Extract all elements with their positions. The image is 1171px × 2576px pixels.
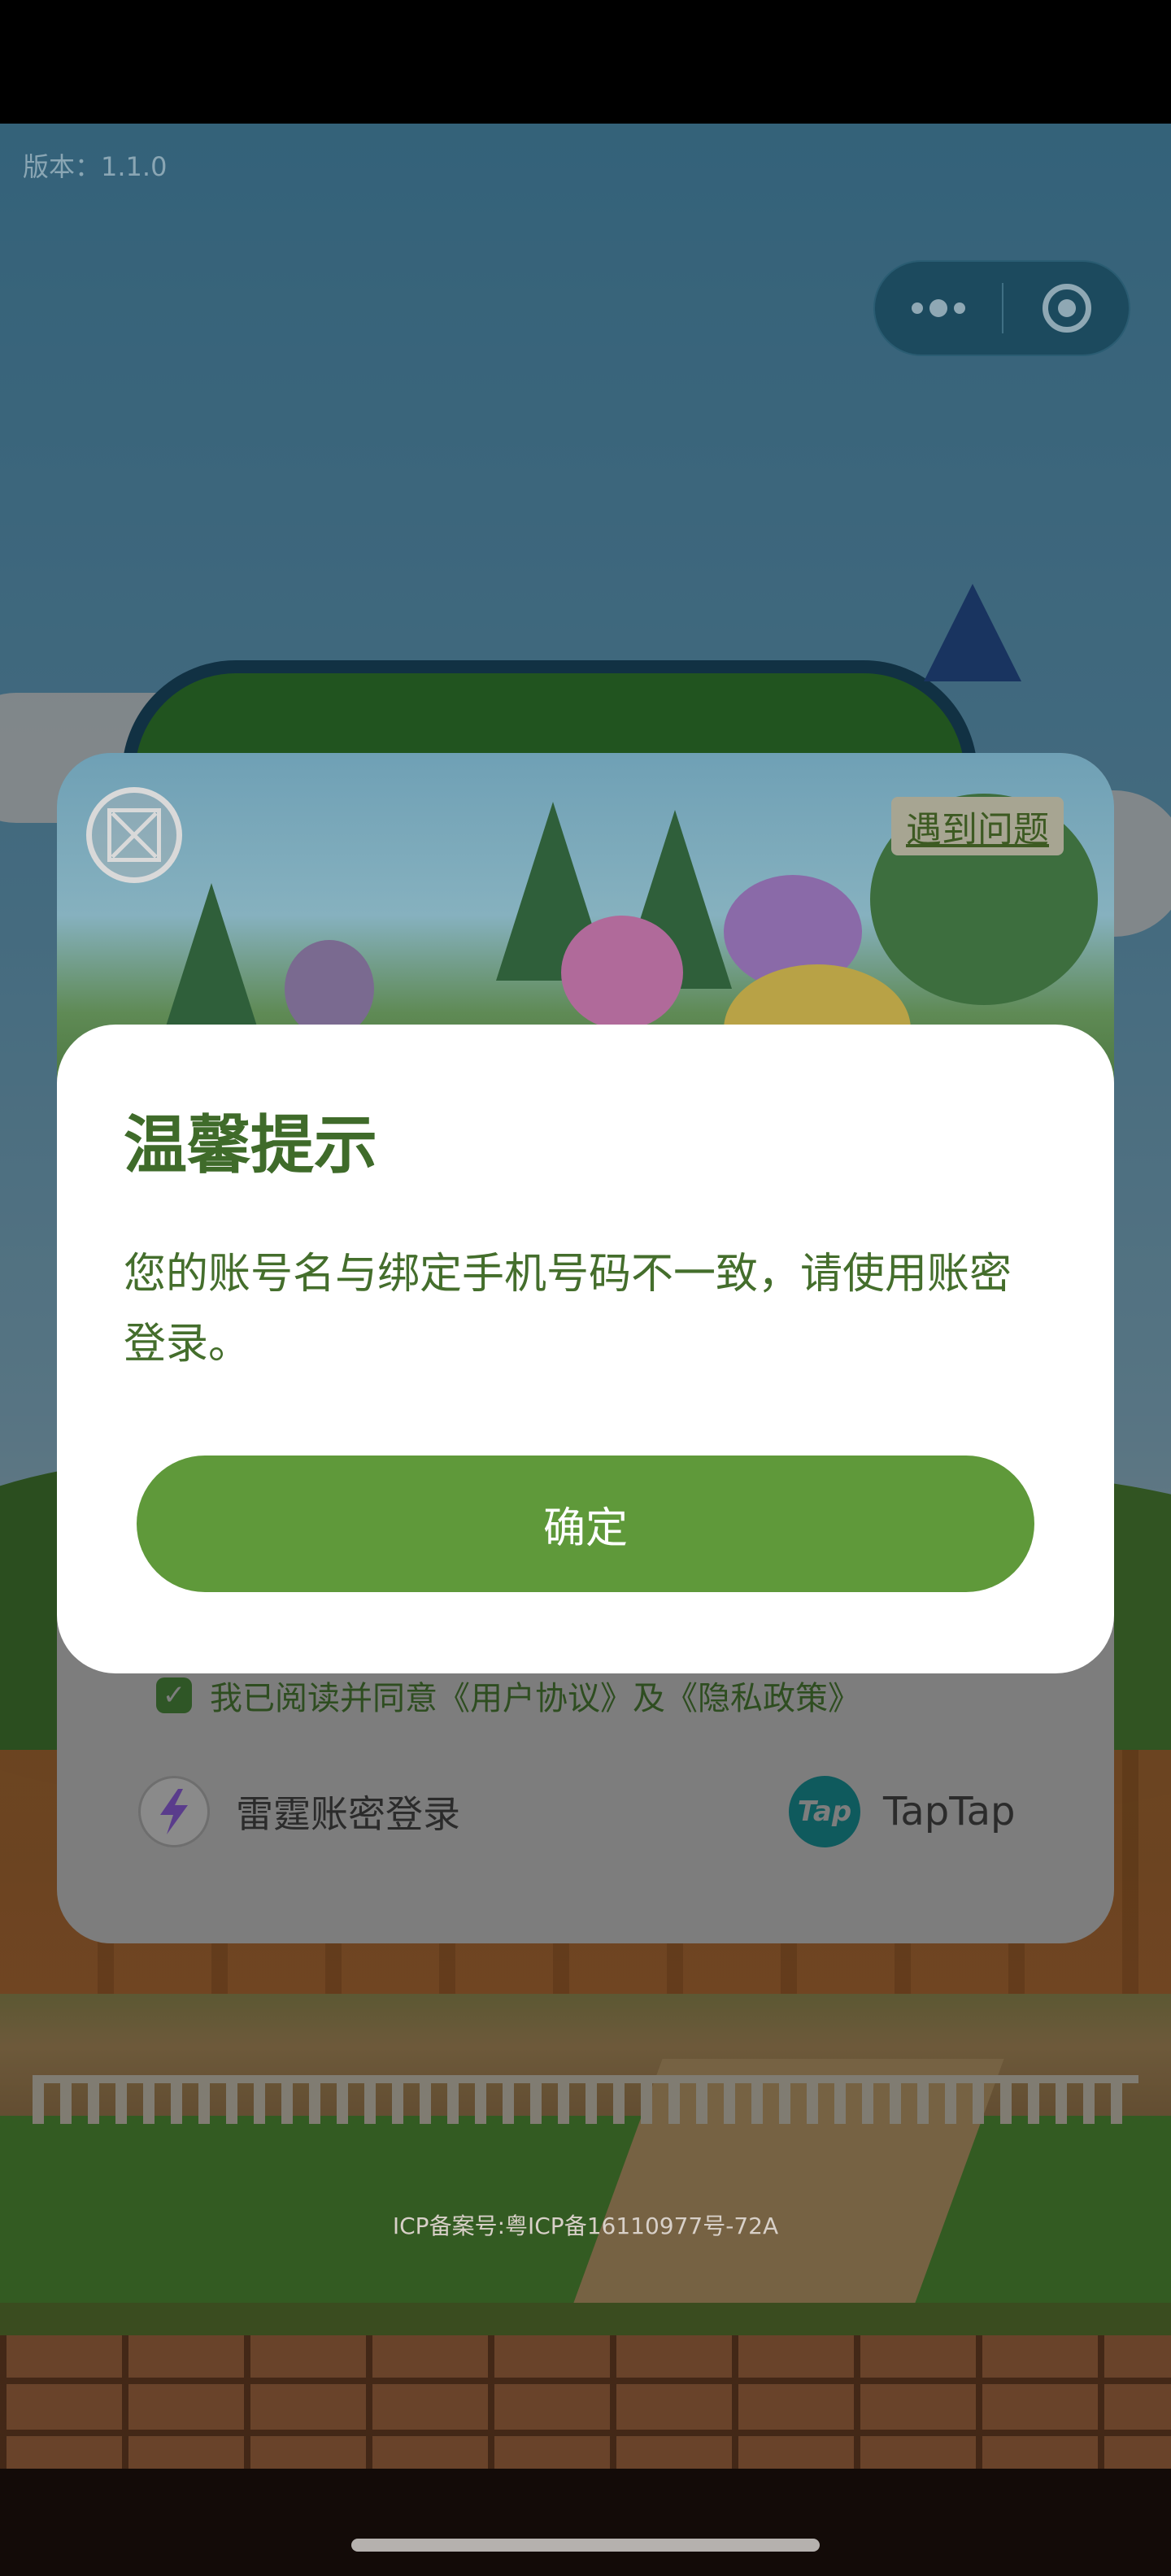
target-close-icon: [1043, 284, 1091, 333]
confirm-button[interactable]: 确定: [137, 1456, 1034, 1592]
leiting-lightning-icon: [138, 1776, 210, 1847]
taptap-label: TapTap: [883, 1789, 1016, 1834]
agreement-row[interactable]: ✓ 我已阅读并同意《用户协议》及《隐私政策》: [156, 1672, 860, 1719]
report-problem-button[interactable]: 遇到问题: [891, 797, 1064, 855]
taptap-icon: Tap: [789, 1776, 860, 1847]
screen: 版本：1.1.0 ICP备案号:粤ICP备16110977号-72A 遇到问题 …: [0, 0, 1171, 2576]
mini-program-capsule: [873, 260, 1130, 356]
check-icon[interactable]: ✓: [156, 1677, 192, 1713]
leiting-login-button[interactable]: 雷霆账密登录: [138, 1776, 460, 1847]
home-indicator[interactable]: [351, 2539, 820, 2552]
login-close-button[interactable]: [86, 787, 182, 883]
version-label: 版本：1.1.0: [23, 151, 168, 182]
exit-button[interactable]: [1003, 262, 1130, 355]
tip-dialog: 温馨提示 您的账号名与绑定手机号码不一致，请使用账密登录。 确定: [57, 1025, 1114, 1673]
dialog-title: 温馨提示: [124, 1109, 378, 1182]
taptap-login-button[interactable]: Tap TapTap: [789, 1776, 1016, 1847]
dialog-message: 您的账号名与绑定手机号码不一致，请使用账密登录。: [124, 1250, 1012, 1368]
system-nav-bar: [0, 2469, 1171, 2576]
more-button[interactable]: [875, 262, 1001, 355]
close-square-icon: [107, 808, 161, 862]
icp-label: ICP备案号:粤ICP备16110977号-72A: [392, 2213, 779, 2239]
more-dots-icon: [911, 299, 965, 317]
leiting-login-label: 雷霆账密登录: [236, 1792, 460, 1836]
agreement-text: 我已阅读并同意《用户协议》及《隐私政策》: [210, 1680, 860, 1717]
